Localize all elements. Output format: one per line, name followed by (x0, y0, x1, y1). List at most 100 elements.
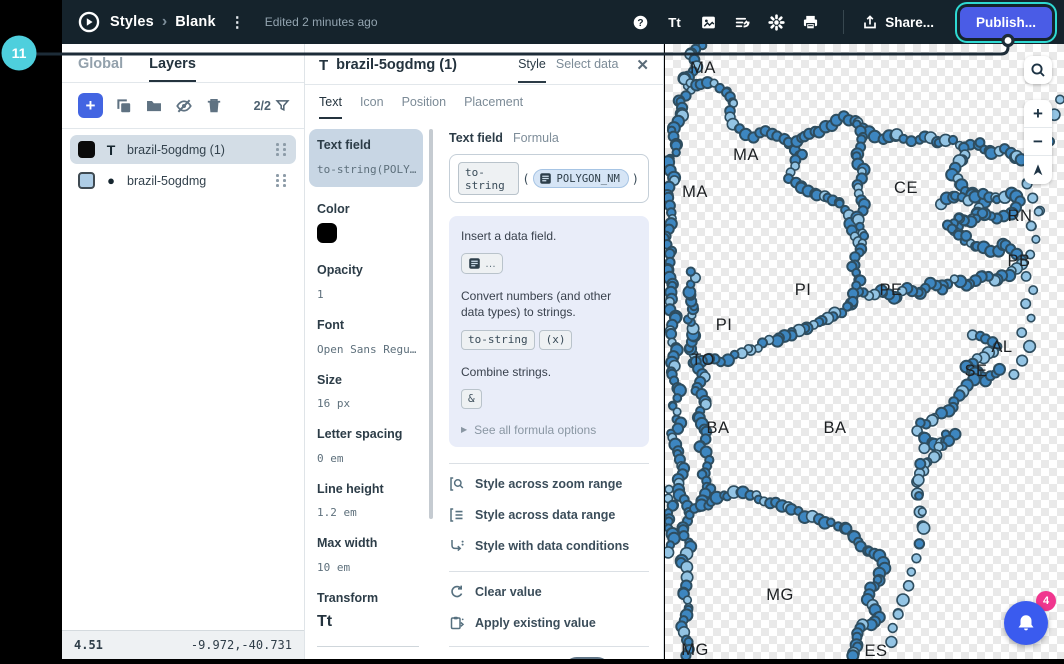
settings-icon[interactable] (761, 7, 791, 37)
layer-name: brazil-5ogdmg (127, 174, 268, 188)
zoom-out-button[interactable]: − (1024, 128, 1052, 156)
compass-icon (1031, 163, 1045, 177)
property-item[interactable]: Opacity1 (317, 263, 423, 303)
ampersand-chip[interactable]: & (461, 389, 482, 409)
publish-button[interactable]: Publish... (960, 7, 1052, 38)
formula-chip[interactable]: (x) (539, 330, 573, 350)
to-string-chip[interactable]: to-string (458, 162, 519, 195)
filter-icon[interactable] (275, 98, 290, 113)
notifications-button[interactable] (1004, 601, 1048, 645)
duplicate-icon[interactable] (115, 97, 133, 115)
property-item[interactable]: Letter spacing0 em (317, 427, 423, 467)
apply-icon (449, 615, 465, 631)
map-search-button[interactable] (1024, 56, 1052, 84)
state-label: ES (864, 642, 887, 659)
property-item[interactable]: Size16 px (317, 373, 423, 413)
see-all-formula-options[interactable]: ▶ See all formula options (461, 423, 637, 437)
polygon-nm-field-chip[interactable]: POLYGON_NM (533, 169, 629, 188)
cursor-tool-button[interactable] (564, 657, 610, 659)
drag-handle-icon[interactable] (276, 143, 288, 156)
tab-position[interactable]: Position (402, 95, 446, 119)
property-scrollbar[interactable] (429, 129, 433, 659)
style-across-data-range-button[interactable]: Style across data range (449, 507, 649, 523)
tab-icon[interactable]: Icon (360, 95, 384, 119)
property-item[interactable]: TransformTt (317, 591, 423, 631)
drag-handle-icon[interactable] (276, 174, 288, 187)
property-value: Open Sans Regu… (317, 343, 416, 356)
sidebar-tab-global[interactable]: Global (78, 56, 123, 82)
map-canvas[interactable]: MAMAMACERNPBPEPIPIALSETOBABAMGMGES + − 4 (665, 44, 1064, 659)
property-label: Font (317, 318, 423, 334)
export-icon[interactable] (727, 7, 757, 37)
zoom-in-button[interactable]: + (1024, 100, 1052, 128)
color-swatch[interactable] (317, 223, 337, 243)
layer-count-text: 2/2 (254, 99, 271, 113)
property-value: 16 px (317, 397, 350, 410)
delete-icon[interactable] (205, 97, 223, 115)
style-across-zoom-range-button[interactable]: Style across zoom range (449, 476, 649, 492)
typography-icon[interactable]: Tt (659, 7, 689, 37)
layer-color-swatch[interactable] (78, 172, 95, 189)
property-item[interactable]: Font Open Sans Regu… (317, 318, 423, 358)
tab-text[interactable]: Text (319, 95, 342, 119)
panel-body: Text fieldto-string(POLY… Color Opacity1… (305, 119, 663, 659)
see-all-label: See all formula options (474, 423, 596, 437)
layer-counter: 2/2 (254, 98, 290, 113)
formula-input[interactable]: to-string ( POLYGON_NM ) (449, 154, 649, 203)
layer-row[interactable]: T brazil-5ogdmg (1) (70, 135, 296, 164)
property-item[interactable]: Color (317, 202, 423, 249)
share-button[interactable]: Share... (862, 14, 934, 30)
layer-row[interactable]: ● brazil-5ogdmg (70, 166, 296, 195)
sidebar-tab-layers[interactable]: Layers (149, 56, 196, 82)
breadcrumb-styles[interactable]: Styles (110, 14, 154, 30)
style-with-data-conditions-button[interactable]: Style with data conditions (449, 538, 649, 554)
print-icon[interactable] (795, 7, 825, 37)
coordinates: -9.972,-40.731 (191, 638, 292, 652)
mode-tab-select-data[interactable]: Select data (556, 57, 619, 83)
property-value: 10 em (317, 561, 350, 574)
layer-color-swatch[interactable] (78, 141, 95, 158)
app-window: Styles › Blank ⋮ Edited 2 minutes ago ? T… (0, 0, 1064, 664)
state-label: RN (1008, 207, 1033, 225)
add-layer-button[interactable]: + (78, 93, 103, 118)
compass-button[interactable] (1024, 156, 1052, 184)
apply-existing-value-button[interactable]: Apply existing value (449, 615, 649, 631)
tab-placement[interactable]: Placement (464, 95, 523, 119)
state-label: PI (716, 316, 733, 334)
property-item[interactable]: Line height1.2 em (317, 482, 423, 522)
more-menu-icon[interactable]: ⋮ (226, 13, 249, 31)
edited-status: Edited 2 minutes ago (265, 15, 378, 29)
value-action-group: Clear value Apply existing value (449, 584, 649, 646)
folder-icon[interactable] (145, 97, 163, 115)
svg-text:?: ? (637, 17, 643, 28)
close-icon[interactable]: ✕ (626, 56, 649, 84)
clear-value-button[interactable]: Clear value (449, 584, 649, 600)
property-item[interactable]: Max width10 em (317, 536, 423, 576)
topbar-right: ? Tt Share... Publish... (625, 7, 1052, 38)
state-label: MG (766, 586, 794, 604)
layer-type-icon: T (103, 142, 119, 158)
insert-field-chip[interactable]: … (461, 253, 503, 274)
data-field-icon (539, 172, 552, 185)
transform-icon[interactable]: Tt (317, 613, 332, 630)
state-label: SE (964, 362, 987, 380)
app-logo-icon[interactable] (78, 11, 100, 33)
state-label: BA (823, 419, 846, 437)
breadcrumb-chevron-icon: › (162, 13, 167, 31)
state-label: PI (795, 281, 812, 299)
breadcrumb-blank[interactable]: Blank (175, 14, 216, 30)
hide-icon[interactable] (175, 97, 193, 115)
image-icon[interactable] (693, 7, 723, 37)
property-label: Color (317, 202, 423, 218)
sidebar-empty-space (62, 201, 304, 630)
convert-chip-row: to-string(x) (461, 330, 637, 350)
sidebar-toolbar: + 2/2 (62, 83, 304, 129)
mode-tab-style[interactable]: Style (518, 57, 546, 83)
topbar: Styles › Blank ⋮ Edited 2 minutes ago ? T… (62, 0, 1064, 44)
property-item[interactable]: Text fieldto-string(POLY… (309, 129, 423, 187)
data-field-icon (468, 257, 481, 270)
convert-label: Convert numbers (and other data types) t… (461, 288, 637, 320)
formula-chip[interactable]: to-string (461, 330, 535, 350)
formula-mode-label: Formula (513, 131, 559, 145)
help-icon[interactable]: ? (625, 7, 655, 37)
